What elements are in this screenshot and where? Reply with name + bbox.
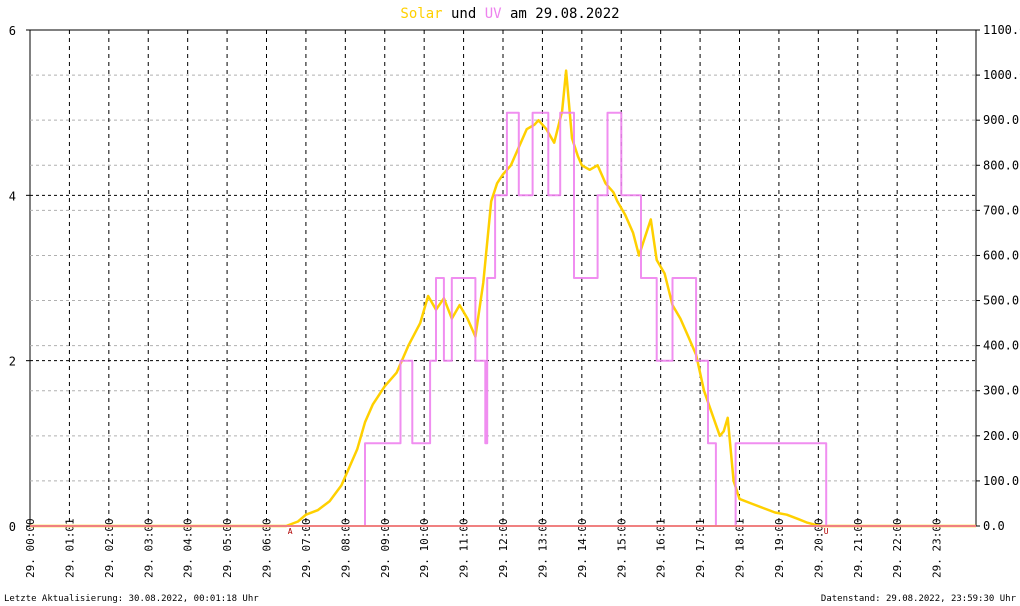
y-left-tick-label: 4 bbox=[9, 189, 16, 203]
axis-ticks: 0.0 100.0 200.0 300.0 400.0 500.0 600.0 700.0 80… bbox=[9, 23, 1020, 578]
x-tick-label: 29. 21:00 bbox=[852, 518, 865, 578]
y-right-tick-label: 600.0 bbox=[983, 248, 1019, 262]
y-left-tick-label: 2 bbox=[9, 355, 16, 369]
grid bbox=[29, 29, 977, 527]
y-right-tick-label: 100.0 bbox=[983, 474, 1019, 488]
title-solar: Solar bbox=[400, 6, 442, 22]
x-tick-label: 29. 05:00 bbox=[221, 518, 234, 578]
y-right-tick-label: 700.0 bbox=[983, 203, 1019, 217]
x-tick-label: 29. 07:00 bbox=[300, 518, 313, 578]
x-tick-label: 29. 15:00 bbox=[615, 518, 628, 578]
x-tick-label: 29. 06:00 bbox=[261, 518, 274, 578]
x-tick-label: 29. 11:00 bbox=[458, 518, 471, 578]
y-left-tick-label: 6 bbox=[9, 24, 16, 38]
x-tick-label: 29. 19:00 bbox=[773, 518, 786, 578]
x-tick-label: 29. 16:01 bbox=[655, 518, 668, 578]
y-right-tick-label: 300.0 bbox=[983, 384, 1019, 398]
x-tick-label: 29. 01:01 bbox=[63, 518, 76, 578]
y-right-tick-label: 900.0 bbox=[983, 113, 1019, 127]
x-tick-label: 29. 03:00 bbox=[142, 518, 155, 578]
y-left-tick-label: 0 bbox=[9, 520, 16, 534]
footer-left: Letzte Aktualisierung: 30.08.2022, 00:01… bbox=[4, 594, 259, 604]
x-tick-label: 29. 13:00 bbox=[536, 518, 549, 578]
title-und: und bbox=[443, 6, 485, 22]
y-right-tick-label: 800.0 bbox=[983, 158, 1019, 172]
y-right-tick-label: 1100.0 bbox=[983, 23, 1020, 37]
chart-title: Solar und UV am 29.08.2022 bbox=[400, 6, 619, 22]
y-right-tick-label: 0.0 bbox=[983, 519, 1005, 533]
sunset-marker: U bbox=[824, 527, 829, 536]
x-tick-label: 29. 00:00 bbox=[24, 518, 37, 578]
title-date: am 29.08.2022 bbox=[502, 6, 620, 22]
x-tick-label: 29. 18:01 bbox=[734, 518, 747, 578]
x-tick-label: 29. 02:00 bbox=[103, 518, 116, 578]
x-tick-label: 29. 14:00 bbox=[576, 518, 589, 578]
footer-right: Datenstand: 29.08.2022, 23:59:30 Uhr bbox=[821, 594, 1017, 604]
y-right-tick-label: 1000.0 bbox=[983, 68, 1020, 82]
y-right-tick-label: 200.0 bbox=[983, 429, 1019, 443]
chart-area: Solar und UV am 29.08.2022 0.0100.0200.0… bbox=[4, 6, 1020, 604]
x-tick-label: 29. 12:00 bbox=[497, 518, 510, 578]
x-tick-label: 29. 10:00 bbox=[418, 518, 431, 578]
x-tick-label: 29. 04:00 bbox=[182, 518, 195, 578]
x-tick-label: 29. 17:01 bbox=[694, 518, 707, 578]
x-tick-label: 29. 22:00 bbox=[891, 518, 904, 578]
y-right-tick-label: 400.0 bbox=[983, 339, 1019, 353]
x-tick-label: 29. 23:00 bbox=[931, 518, 944, 578]
sunrise-marker: A bbox=[288, 527, 293, 536]
title-uv: UV bbox=[485, 6, 502, 22]
y-right-tick-label: 500.0 bbox=[983, 294, 1019, 308]
x-tick-label: 29. 08:00 bbox=[339, 518, 352, 578]
x-tick-label: 29. 09:00 bbox=[379, 518, 392, 578]
sun-markers: AU bbox=[288, 527, 829, 536]
